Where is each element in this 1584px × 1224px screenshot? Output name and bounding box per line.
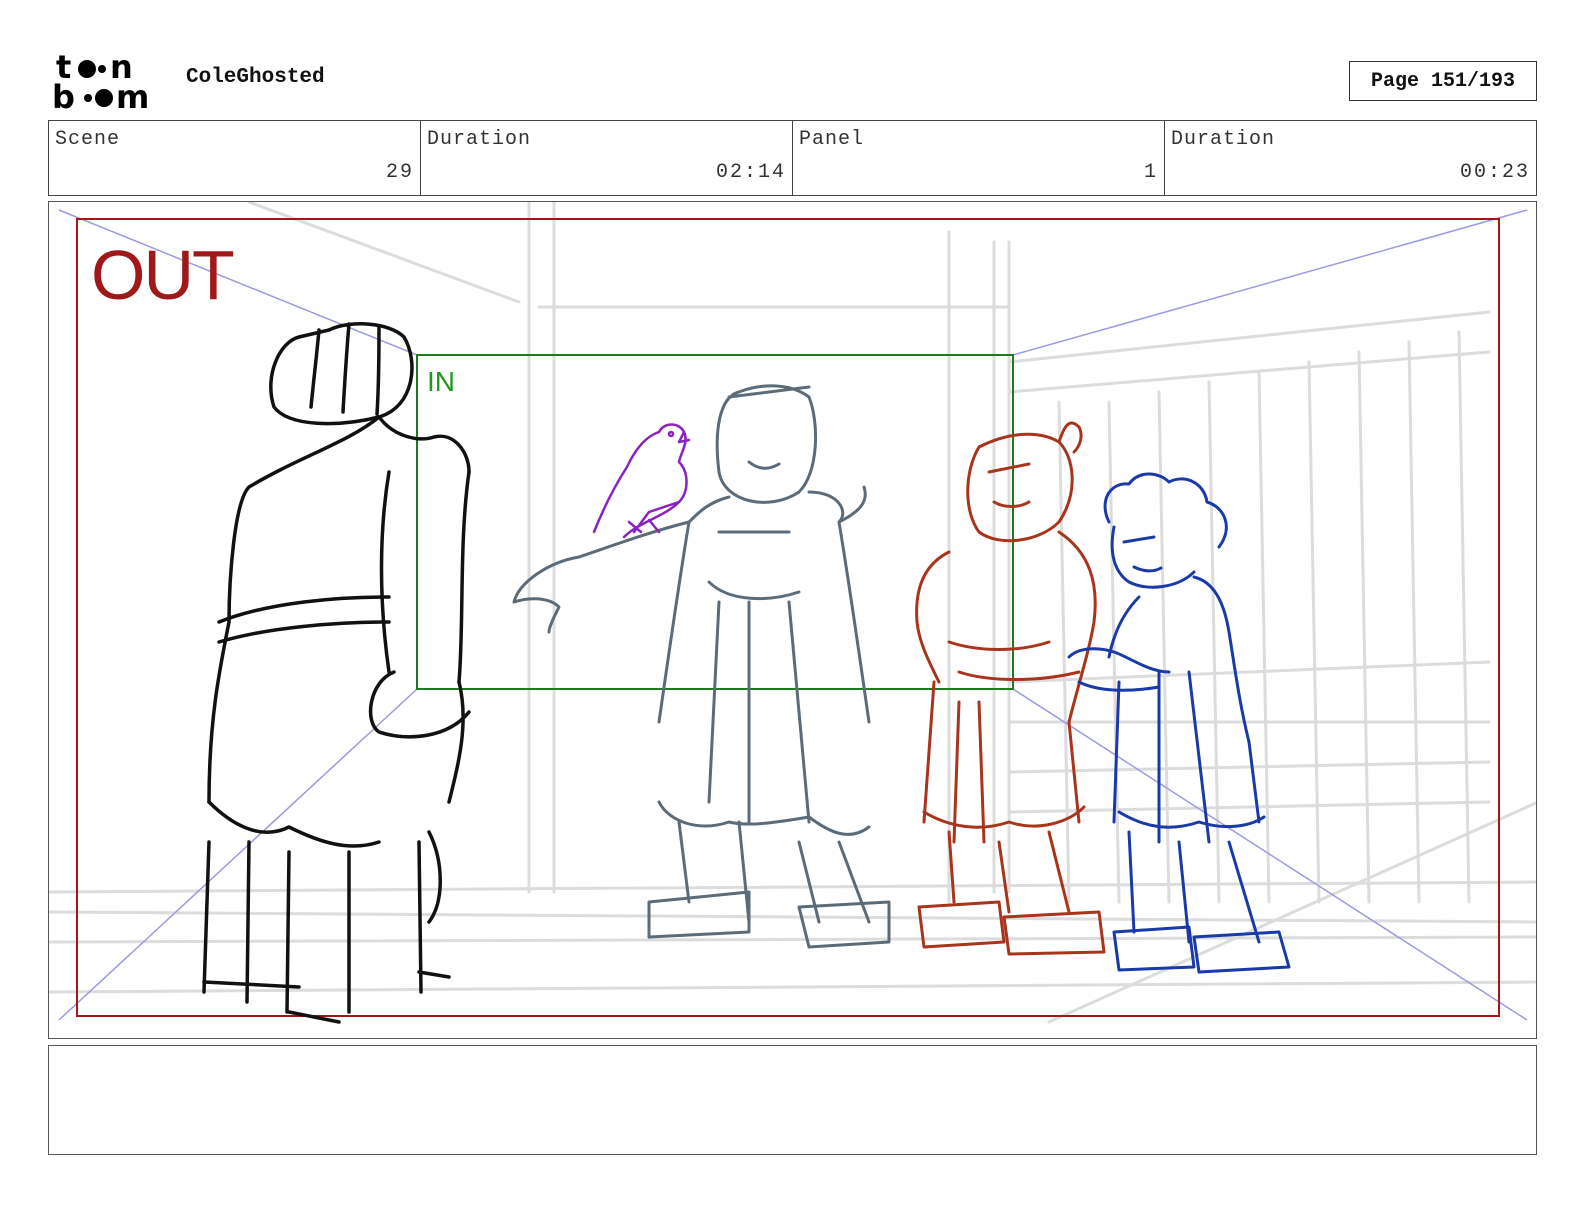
- bird-purple-sketch: [592, 423, 691, 539]
- toon-boom-logo: t n b m: [52, 50, 149, 112]
- in-frame: [416, 354, 1014, 690]
- scene-info-row: Scene 29 Duration 02:14 Panel 1 Duration…: [48, 120, 1537, 196]
- scene-label: Scene: [55, 128, 121, 151]
- panel-cell: Panel 1: [793, 121, 1165, 195]
- in-frame-label: IN: [427, 366, 455, 397]
- svg-text:b: b: [52, 78, 75, 112]
- svg-text:m: m: [116, 78, 149, 112]
- panel-notes-box[interactable]: [48, 1045, 1537, 1155]
- panel-duration-label: Duration: [1171, 128, 1276, 151]
- scene-cell: Scene 29: [49, 121, 421, 195]
- storyboard-panel: OUT IN: [48, 201, 1537, 1039]
- out-frame-label: OUT: [91, 236, 235, 314]
- out-frame: [76, 218, 1500, 1017]
- panel-duration-value: 00:23: [1459, 161, 1530, 184]
- character-grey-sketch: [512, 384, 891, 949]
- scene-duration-cell: Duration 02:14: [421, 121, 793, 195]
- panel-label: Panel: [799, 128, 865, 151]
- scene-value: 29: [385, 161, 414, 184]
- character-black-sketch: [202, 322, 471, 1024]
- background-sketch: [49, 202, 1536, 1024]
- panel-duration-cell: Duration 00:23: [1165, 121, 1536, 195]
- project-title: ColeGhosted: [186, 66, 325, 89]
- panel-sketch: [49, 202, 1536, 1024]
- panel-value: 1: [1143, 161, 1158, 184]
- page-number: Page 151/193: [1349, 61, 1537, 101]
- scene-duration-label: Duration: [427, 128, 532, 151]
- scene-duration-value: 02:14: [715, 161, 786, 184]
